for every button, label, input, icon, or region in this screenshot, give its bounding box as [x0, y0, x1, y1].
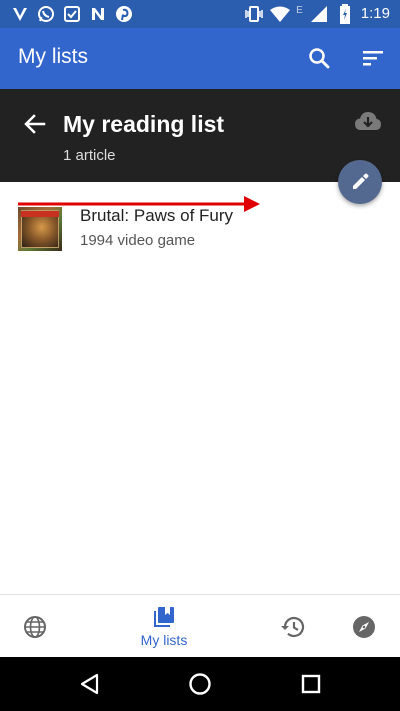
bookmark-lists-icon — [152, 605, 176, 629]
status-notifications — [10, 4, 134, 24]
app-title: My lists — [18, 45, 88, 68]
back-arrow-icon[interactable] — [22, 111, 48, 137]
whatsapp-icon — [36, 4, 56, 24]
article-description: 1994 video game — [80, 232, 196, 249]
globe-icon — [23, 615, 47, 639]
cloud-download-icon[interactable] — [354, 109, 382, 133]
wifi-icon — [270, 4, 291, 24]
nav-explore[interactable] — [13, 595, 57, 658]
status-bar: E 1:19 — [0, 0, 400, 28]
signal-icon — [309, 4, 329, 24]
list-article-count: 1 article — [63, 147, 116, 164]
network-type-badge: E — [296, 4, 303, 16]
compass-icon — [352, 615, 376, 639]
recents-square-icon[interactable] — [296, 669, 326, 699]
system-navigation-bar — [0, 657, 400, 711]
screen: E 1:19 My lists My reading list 1 articl… — [0, 0, 400, 711]
edit-pencil-icon — [350, 172, 370, 192]
v-app-icon — [10, 4, 30, 24]
battery-charging-icon — [335, 4, 355, 24]
n-app-icon — [88, 4, 108, 24]
vibrate-icon — [244, 4, 264, 24]
history-icon — [280, 615, 306, 639]
clock: 1:19 — [360, 5, 390, 22]
pinterest-icon — [114, 4, 134, 24]
swipe-right-arrow — [18, 196, 260, 212]
message-app-icon — [62, 4, 82, 24]
status-system: E 1:19 — [244, 4, 390, 24]
sort-icon[interactable] — [360, 45, 386, 71]
search-icon[interactable] — [306, 45, 332, 71]
back-triangle-icon[interactable] — [75, 669, 105, 699]
nav-nearby[interactable] — [342, 595, 386, 658]
nav-history[interactable] — [271, 595, 315, 658]
app-bar: My lists — [0, 28, 400, 89]
bottom-navigation: My lists — [0, 594, 400, 658]
reading-list-header: My reading list 1 article — [0, 89, 400, 182]
nav-my-lists[interactable]: My lists — [124, 595, 204, 658]
nav-my-lists-label: My lists — [140, 632, 188, 648]
list-title: My reading list — [63, 111, 225, 137]
home-circle-icon[interactable] — [185, 669, 215, 699]
